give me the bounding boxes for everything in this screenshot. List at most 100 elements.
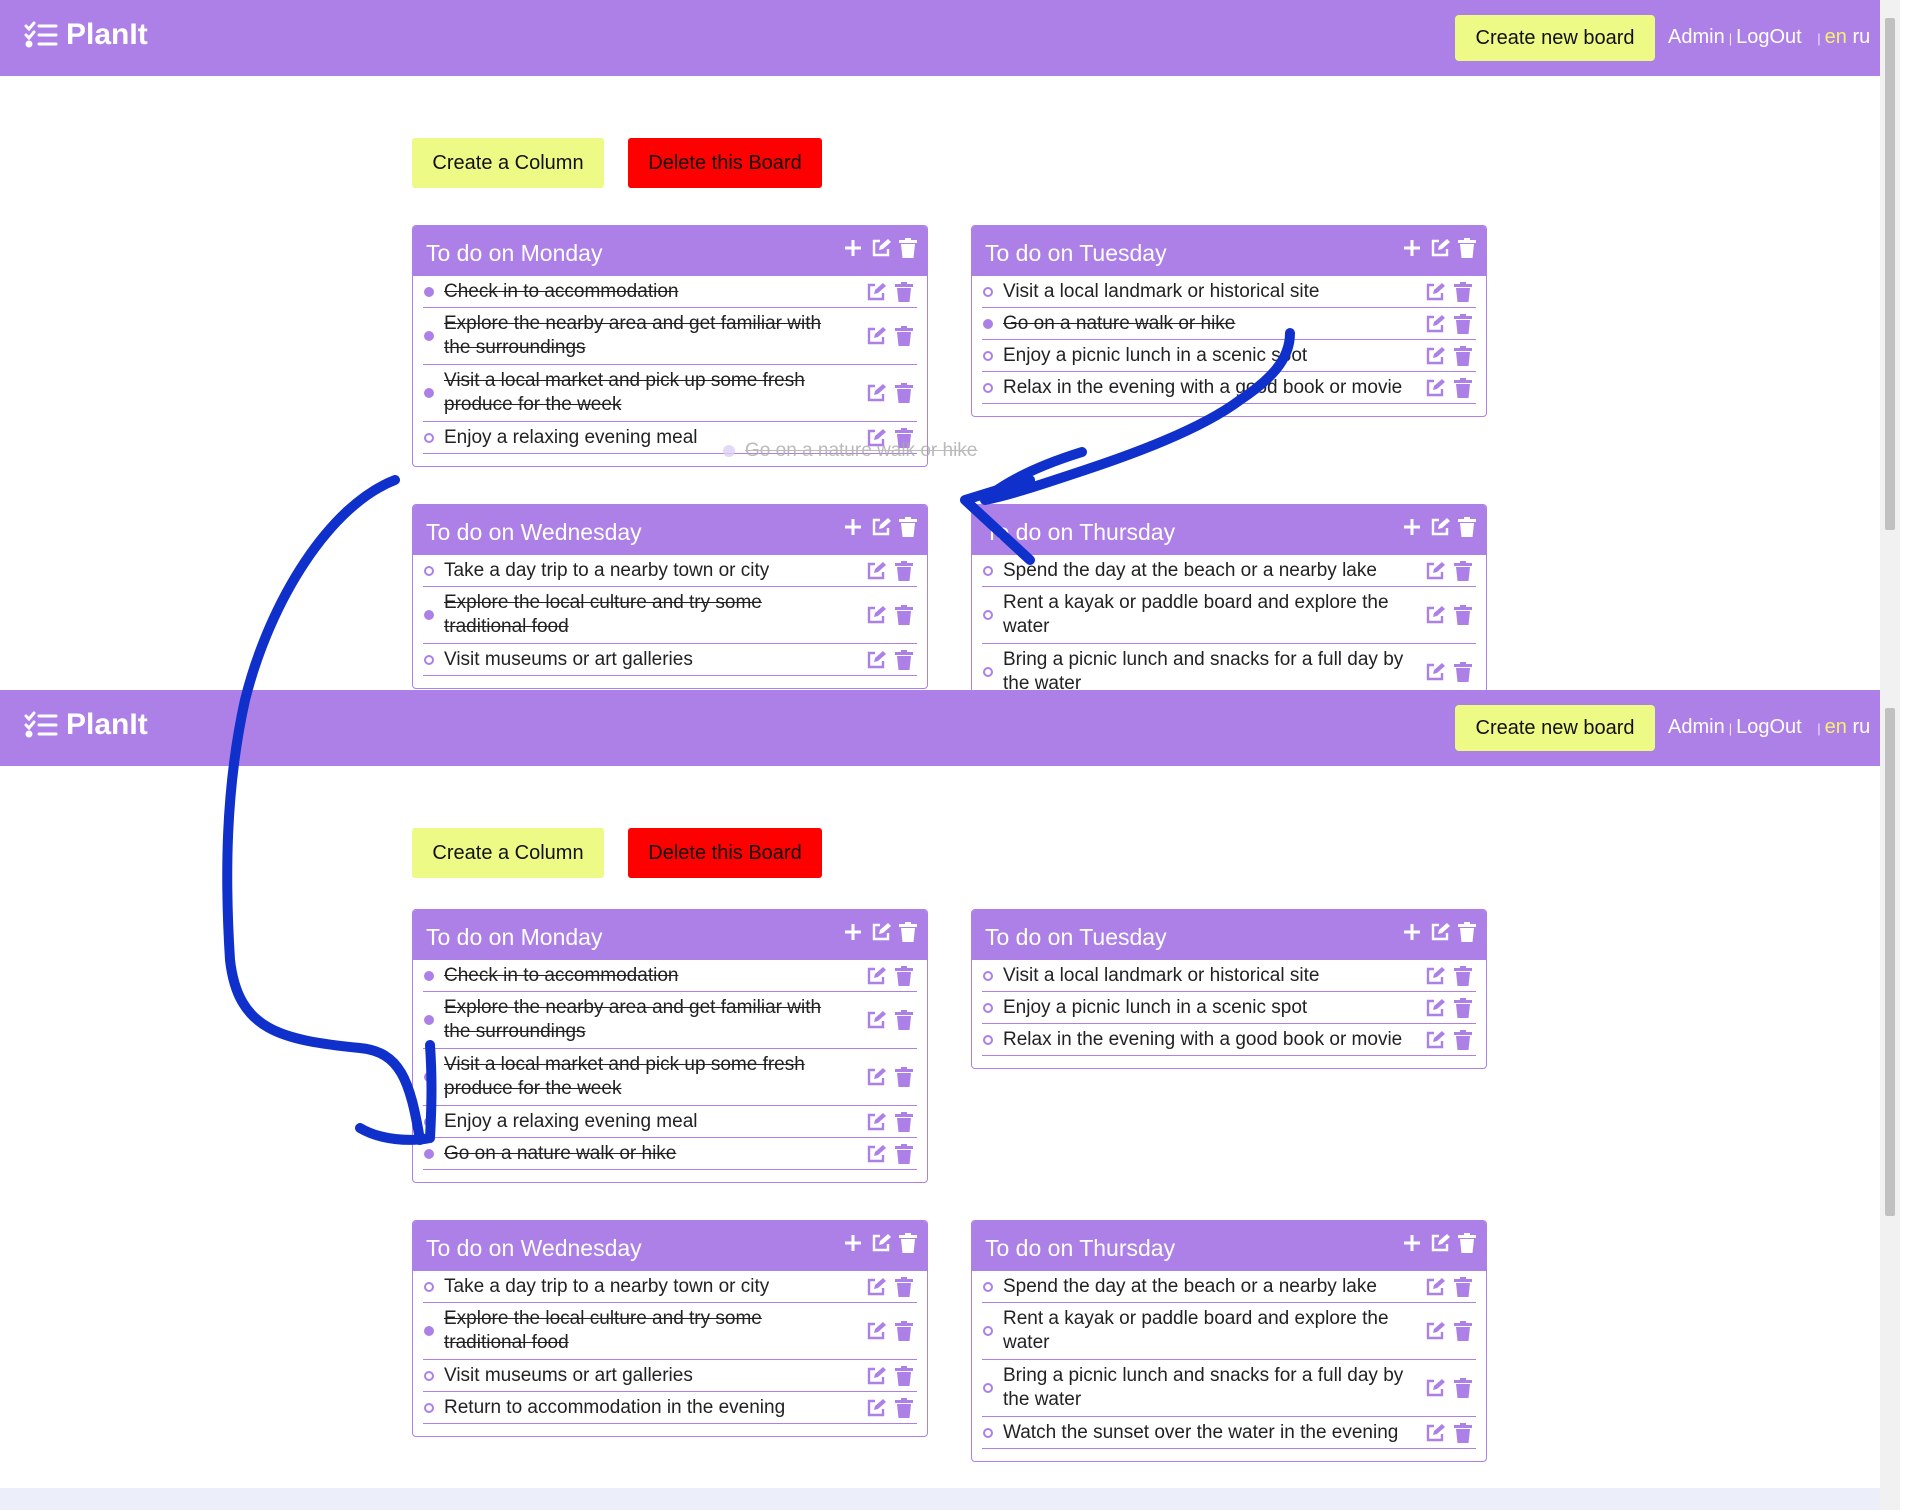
trash-icon[interactable] — [895, 1143, 913, 1164]
edit-icon[interactable] — [866, 966, 886, 986]
board-column[interactable]: To do on Wednesday Take a day trip to a n… — [412, 504, 928, 689]
trash-icon[interactable] — [895, 965, 913, 986]
task-item[interactable]: Enjoy a picnic lunch in a scenic spot — [982, 340, 1476, 372]
task-status-dot[interactable] — [424, 1402, 434, 1413]
task-status-dot[interactable] — [983, 1427, 993, 1438]
task-status-dot[interactable] — [983, 610, 993, 620]
lang-ru-link[interactable]: ru — [1852, 26, 1870, 48]
edit-icon[interactable] — [1425, 1423, 1445, 1443]
edit-icon[interactable] — [866, 1067, 886, 1087]
task-item[interactable]: Bring a picnic lunch and snacks for a fu… — [982, 644, 1476, 690]
task-status-dot[interactable] — [424, 565, 434, 576]
task-status-dot[interactable] — [983, 1383, 993, 1393]
scrollbar[interactable] — [1880, 690, 1900, 1510]
trash-icon[interactable] — [895, 281, 913, 302]
trash-icon[interactable] — [1458, 517, 1476, 537]
edit-icon[interactable] — [1425, 605, 1445, 625]
task-status-dot[interactable] — [424, 432, 434, 443]
lang-ru-link[interactable]: ru — [1852, 716, 1870, 738]
delete-board-button[interactable]: Delete this Board — [628, 828, 822, 878]
task-item[interactable]: Watch the sunset over the water in the e… — [982, 1417, 1476, 1449]
board-column[interactable]: To do on Tuesday Visit a local landmark o… — [971, 225, 1487, 417]
trash-icon[interactable] — [895, 649, 913, 670]
logout-link[interactable]: LogOut — [1736, 716, 1802, 738]
create-column-button[interactable]: Create a Column — [412, 828, 604, 878]
edit-icon[interactable] — [866, 1144, 886, 1164]
task-status-dot[interactable] — [983, 667, 993, 677]
edit-icon[interactable] — [1425, 1030, 1445, 1050]
task-status-dot[interactable] — [424, 1148, 434, 1159]
task-item[interactable]: Relax in the evening with a good book or… — [982, 372, 1476, 404]
trash-icon[interactable] — [1454, 1321, 1472, 1341]
plus-icon[interactable] — [843, 238, 863, 258]
trash-icon[interactable] — [895, 1321, 913, 1341]
task-item[interactable]: Check in to accommodation — [423, 960, 917, 992]
board-column[interactable]: To do on Monday Check in to accommodation… — [412, 909, 928, 1183]
create-new-board-button[interactable]: Create new board — [1455, 15, 1655, 61]
trash-icon[interactable] — [1454, 997, 1472, 1018]
edit-icon[interactable] — [866, 650, 886, 670]
trash-icon[interactable] — [895, 1365, 913, 1386]
task-item[interactable]: Check in to accommodation — [423, 276, 917, 308]
trash-icon[interactable] — [1454, 1378, 1472, 1398]
trash-icon[interactable] — [899, 517, 917, 537]
app-logo[interactable]: PlanIt — [24, 18, 148, 52]
trash-icon[interactable] — [1458, 922, 1476, 942]
trash-icon[interactable] — [1454, 281, 1472, 302]
logout-link[interactable]: LogOut — [1736, 26, 1802, 48]
task-status-dot[interactable] — [424, 654, 434, 665]
task-status-dot[interactable] — [983, 286, 993, 297]
trash-icon[interactable] — [1454, 377, 1472, 398]
edit-icon[interactable] — [866, 1321, 886, 1341]
edit-icon[interactable] — [866, 326, 886, 346]
task-status-dot[interactable] — [983, 1002, 993, 1013]
task-item[interactable]: Take a day trip to a nearby town or city — [423, 555, 917, 587]
task-item[interactable]: Enjoy a relaxing evening meal — [423, 1106, 917, 1138]
task-item[interactable]: Spend the day at the beach or a nearby l… — [982, 555, 1476, 587]
trash-icon[interactable] — [895, 383, 913, 403]
task-status-dot[interactable] — [424, 610, 434, 620]
edit-icon[interactable] — [1425, 998, 1445, 1018]
edit-icon[interactable] — [871, 517, 891, 537]
task-item[interactable]: Visit a local market and pick up some fr… — [423, 1049, 917, 1106]
task-item[interactable]: Visit a local market and pick up some fr… — [423, 365, 917, 422]
task-status-dot[interactable] — [983, 318, 993, 329]
plus-icon[interactable] — [1402, 922, 1422, 942]
trash-icon[interactable] — [1454, 313, 1472, 334]
plus-icon[interactable] — [843, 517, 863, 537]
edit-icon[interactable] — [1425, 662, 1445, 682]
lang-en-link[interactable]: en — [1825, 716, 1847, 738]
trash-icon[interactable] — [1458, 1233, 1476, 1253]
trash-icon[interactable] — [1454, 560, 1472, 581]
edit-icon[interactable] — [1425, 966, 1445, 986]
trash-icon[interactable] — [895, 326, 913, 346]
task-item[interactable]: Explore the local culture and try some t… — [423, 1303, 917, 1360]
trash-icon[interactable] — [895, 1067, 913, 1087]
edit-icon[interactable] — [1425, 1378, 1445, 1398]
scrollbar[interactable] — [1880, 0, 1900, 690]
task-status-dot[interactable] — [424, 1281, 434, 1292]
task-item[interactable]: Go on a nature walk or hike — [423, 1138, 917, 1170]
task-item[interactable]: Rent a kayak or paddle board and explore… — [982, 1303, 1476, 1360]
task-item[interactable]: Visit museums or art galleries — [423, 1360, 917, 1392]
edit-icon[interactable] — [1430, 238, 1450, 258]
edit-icon[interactable] — [1430, 517, 1450, 537]
trash-icon[interactable] — [1454, 662, 1472, 682]
edit-icon[interactable] — [1430, 1233, 1450, 1253]
task-status-dot[interactable] — [424, 1015, 434, 1025]
task-item[interactable]: Explore the local culture and try some t… — [423, 587, 917, 644]
plus-icon[interactable] — [843, 922, 863, 942]
edit-icon[interactable] — [866, 605, 886, 625]
edit-icon[interactable] — [1425, 1277, 1445, 1297]
trash-icon[interactable] — [1454, 965, 1472, 986]
edit-icon[interactable] — [871, 1233, 891, 1253]
delete-board-button[interactable]: Delete this Board — [628, 138, 822, 188]
trash-icon[interactable] — [1454, 1422, 1472, 1443]
edit-icon[interactable] — [871, 922, 891, 942]
trash-icon[interactable] — [895, 560, 913, 581]
lang-en-link[interactable]: en — [1825, 26, 1847, 48]
edit-icon[interactable] — [866, 282, 886, 302]
task-item[interactable]: Relax in the evening with a good book or… — [982, 1024, 1476, 1056]
edit-icon[interactable] — [1425, 346, 1445, 366]
task-status-dot[interactable] — [424, 286, 434, 297]
